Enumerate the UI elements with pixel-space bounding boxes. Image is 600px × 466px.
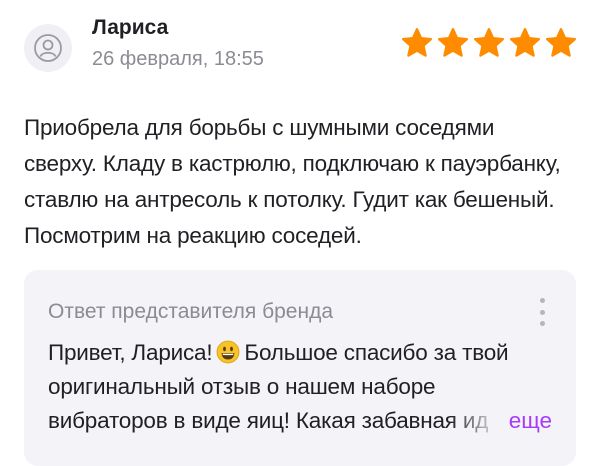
star-icon — [473, 27, 505, 57]
text-fade — [450, 404, 510, 438]
star-rating — [400, 26, 578, 60]
star-icon — [437, 27, 469, 57]
brand-reply-card: Ответ представителя бренда Привет, Ларис… — [24, 270, 576, 466]
brand-reply-title: Ответ представителя бренда — [48, 300, 334, 323]
star-icon — [545, 27, 577, 57]
user-icon — [34, 34, 62, 62]
review-date: 26 февраля, 18:55 — [92, 48, 264, 70]
brand-reply-greeting: Привет, Лариса! — [48, 340, 213, 365]
review-text: Приобрела для борьбы с шумными соседями … — [24, 115, 561, 248]
star-icon — [401, 27, 433, 57]
kebab-menu-icon[interactable] — [538, 298, 546, 326]
grinning-face-emoji — [217, 340, 240, 364]
star-icon — [509, 27, 541, 57]
more-link[interactable]: еще — [509, 404, 552, 438]
avatar[interactable] — [24, 24, 72, 72]
author-name: Лариса — [92, 16, 169, 39]
review-page: Лариса 26 февраля, 18:55 Приобрела для б… — [0, 0, 600, 466]
